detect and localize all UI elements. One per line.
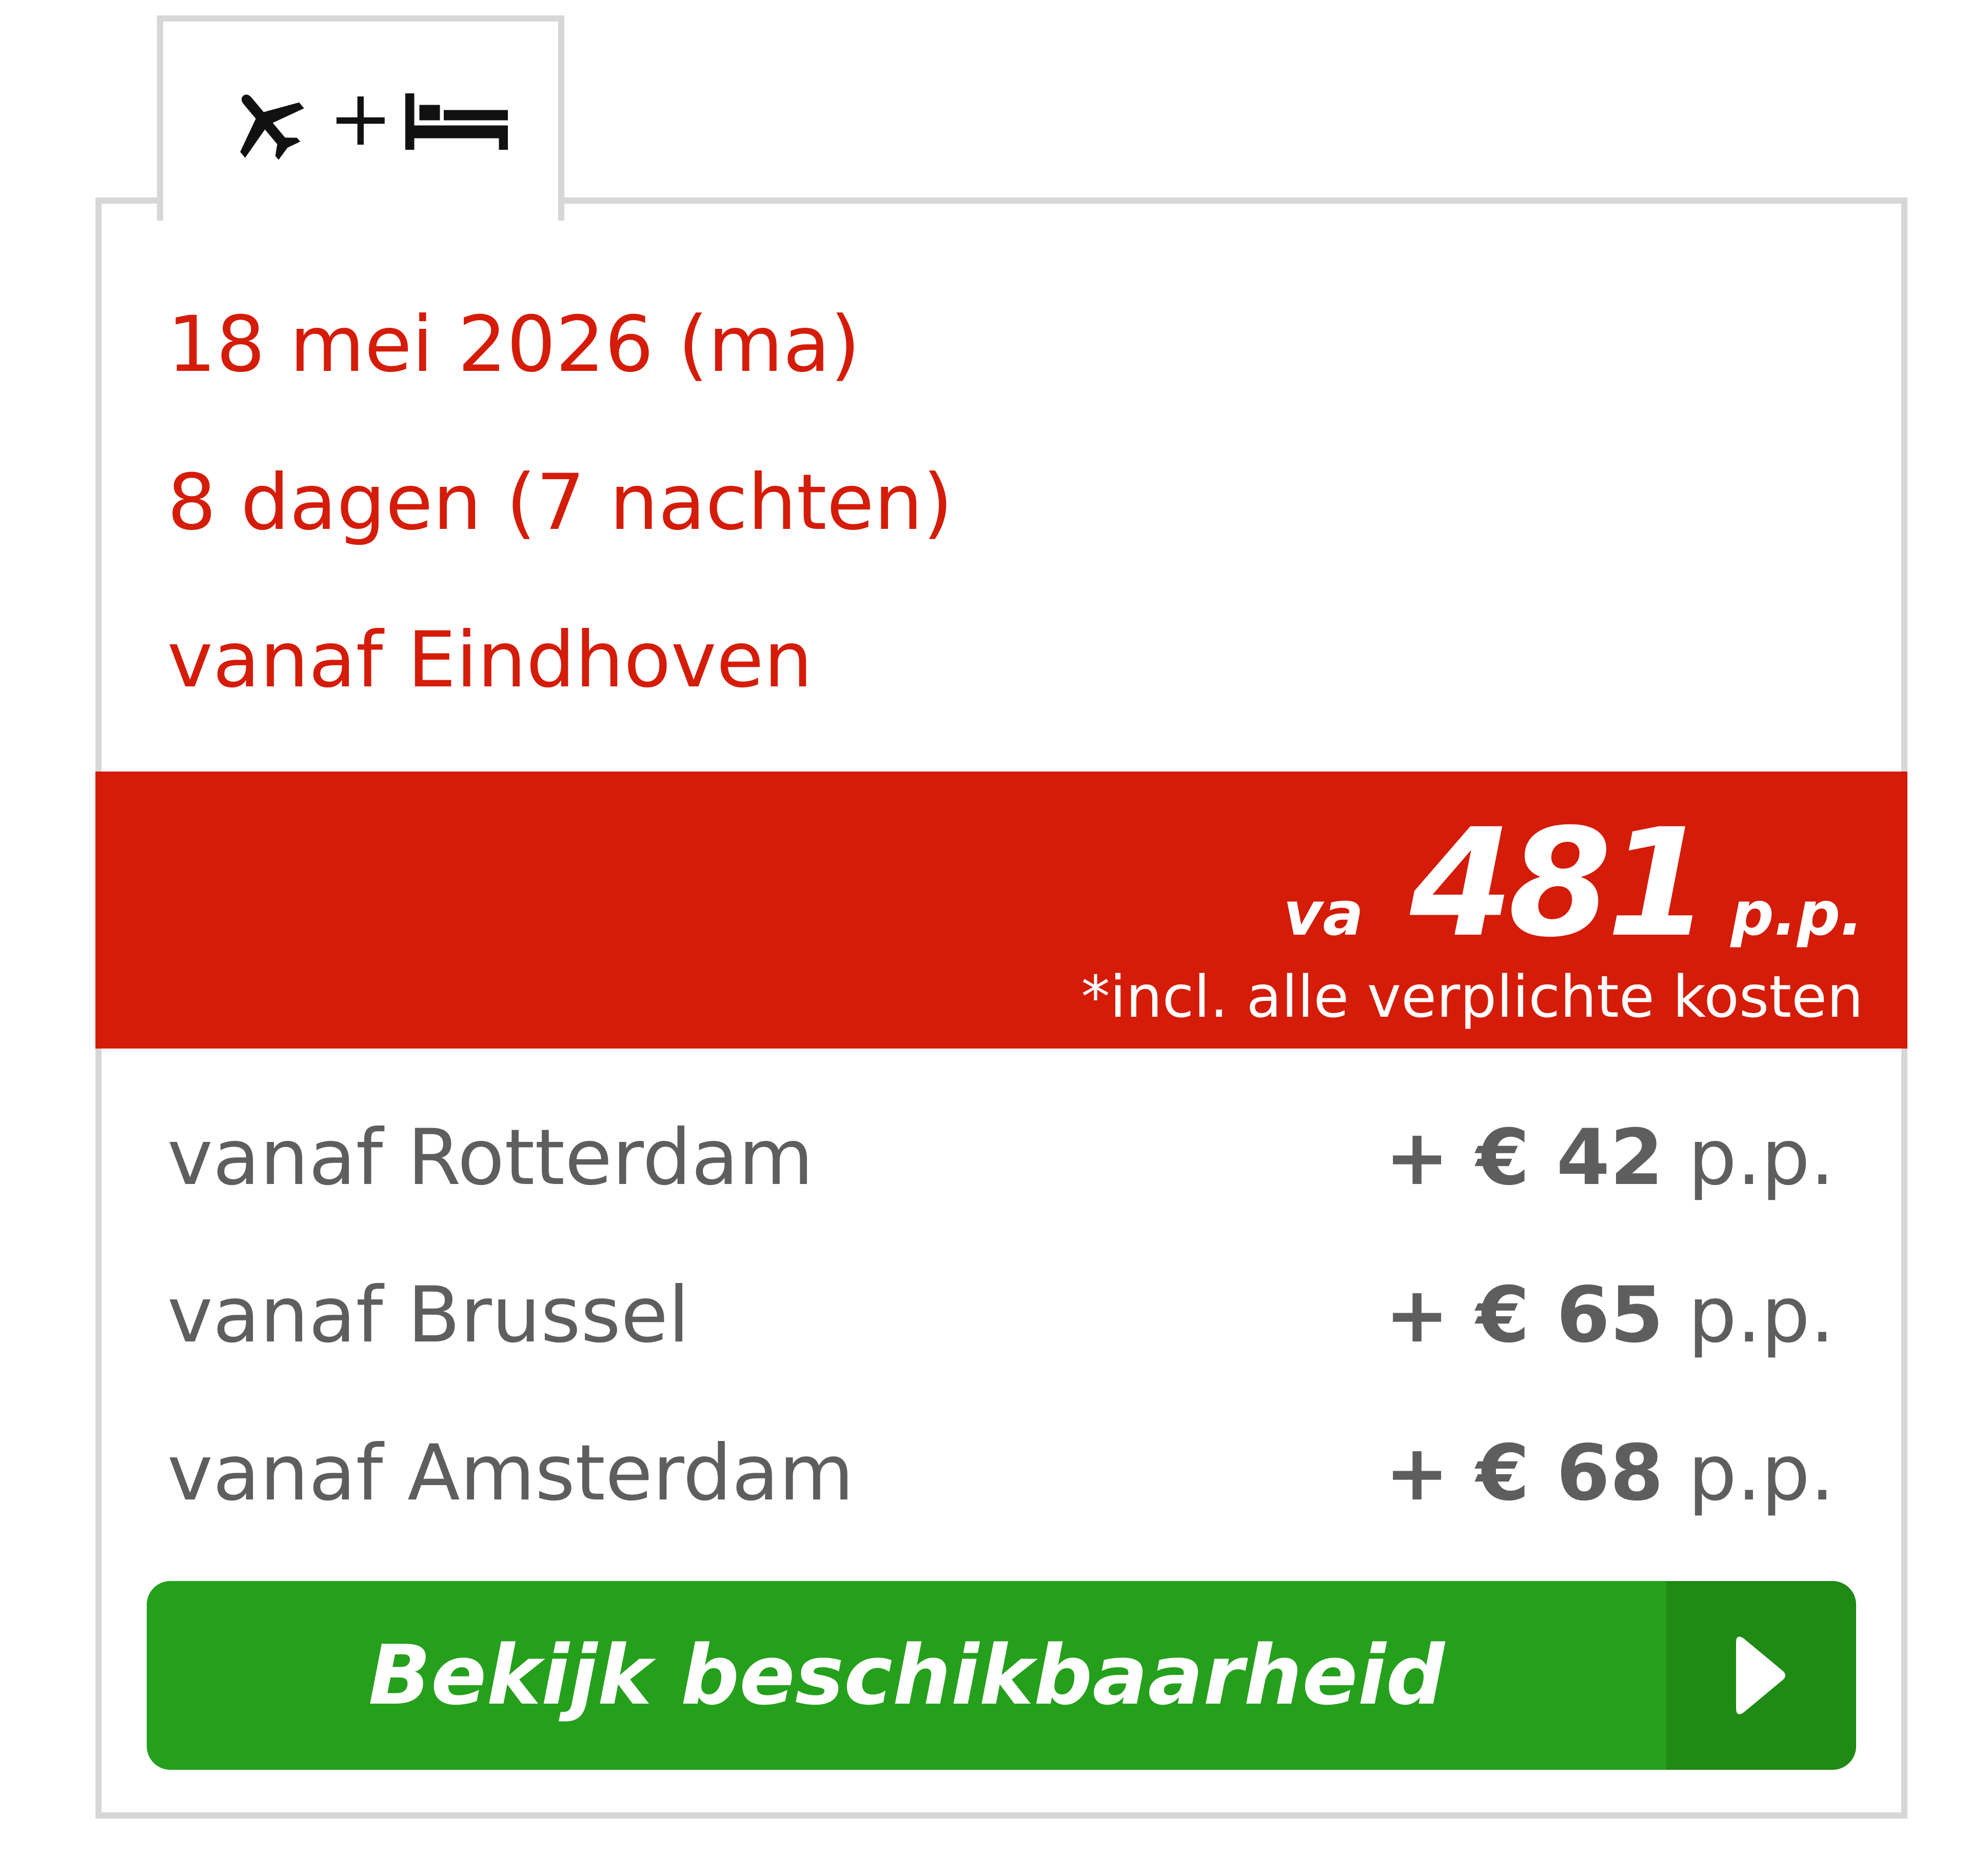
price-main: va 481 p.p. xyxy=(1284,797,1864,970)
check-availability-button[interactable]: Bekijk beschikbaarheid xyxy=(147,1581,1856,1770)
price-prefix: va xyxy=(1283,878,1364,949)
trip-duration: 8 dagen (7 nachten) xyxy=(167,458,953,547)
alternative-departure-row: vanaf Rotterdam + € 42 p.p. xyxy=(167,1119,1835,1201)
alternative-surcharge: + € 68 p.p. xyxy=(1385,1435,1835,1512)
alternative-departure-row: vanaf Amsterdam + € 68 p.p. xyxy=(167,1435,1835,1517)
plus-icon: + xyxy=(328,74,393,163)
trip-card: 18 mei 2026 (ma) 8 dagen (7 nachten) van… xyxy=(95,198,1907,1819)
alternative-departure-label: vanaf Brussel xyxy=(167,1271,690,1360)
alternative-surcharge: + € 42 p.p. xyxy=(1385,1119,1835,1196)
price-banner: va 481 p.p. *incl. alle verplichte koste… xyxy=(95,772,1907,1049)
cta-arrow-box xyxy=(1666,1581,1856,1770)
flight-hotel-tab[interactable]: + xyxy=(157,15,564,221)
surcharge-amount: + € 68 xyxy=(1385,1429,1664,1518)
surcharge-unit: p.p. xyxy=(1688,1113,1835,1202)
surcharge-unit: p.p. xyxy=(1688,1429,1835,1518)
alternative-departure-label: vanaf Rotterdam xyxy=(167,1113,814,1202)
tab-icons: + xyxy=(225,74,508,163)
price-suffix: p.p. xyxy=(1730,878,1863,949)
price-note: *incl. alle verplichte kosten xyxy=(1081,964,1863,1031)
surcharge-amount: + € 42 xyxy=(1385,1113,1664,1202)
play-arrow-icon xyxy=(1736,1636,1785,1714)
airplane-icon xyxy=(225,83,312,160)
check-availability-label: Bekijk beschikbaarheid xyxy=(368,1627,1445,1723)
bed-icon xyxy=(405,93,508,150)
alternative-surcharge: + € 65 p.p. xyxy=(1385,1277,1835,1354)
trip-departure: vanaf Eindhoven xyxy=(167,616,813,705)
alternative-departure-label: vanaf Amsterdam xyxy=(167,1429,854,1518)
surcharge-amount: + € 65 xyxy=(1385,1271,1664,1360)
trip-date: 18 mei 2026 (ma) xyxy=(167,300,860,389)
price-amount: 481 xyxy=(1410,797,1710,970)
surcharge-unit: p.p. xyxy=(1688,1271,1835,1360)
alternative-departure-row: vanaf Brussel + € 65 p.p. xyxy=(167,1277,1835,1359)
